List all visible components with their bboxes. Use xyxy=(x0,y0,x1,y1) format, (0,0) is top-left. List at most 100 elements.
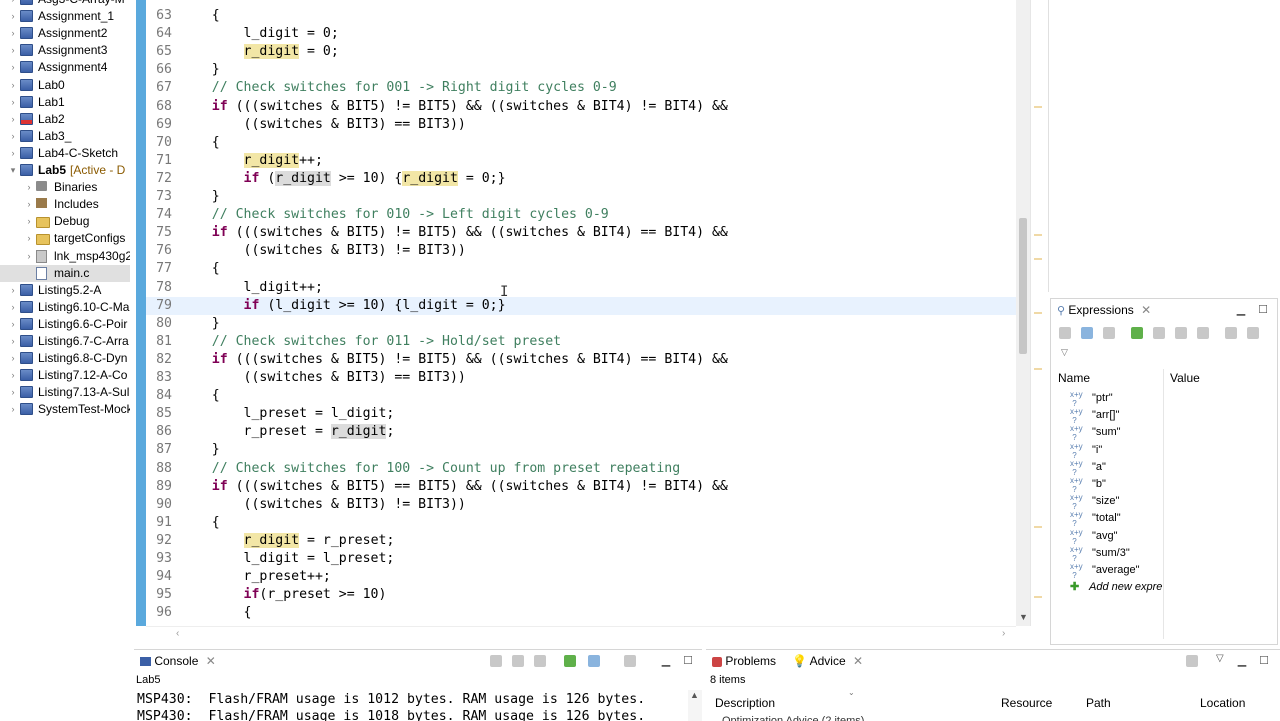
chevron-right-icon[interactable]: › xyxy=(24,179,34,196)
maximize-icon[interactable]: ☐ xyxy=(1258,655,1270,667)
view-menu-icon[interactable]: ▽ xyxy=(1061,347,1068,358)
scroll-down-icon[interactable]: ▼ xyxy=(1019,612,1028,622)
code-line[interactable]: 72 if (r_digit >= 10) {r_digit = 0;} xyxy=(146,170,1016,188)
code-line[interactable]: 69 ((switches & BIT3) == BIT3)) xyxy=(146,116,1016,134)
tree-item-asg3-c-array-m[interactable]: › Asg3-C-Array-M xyxy=(0,0,130,8)
tab-console[interactable]: Console ✕ xyxy=(134,650,222,672)
new-view-icon[interactable] xyxy=(1225,327,1237,339)
expression-row[interactable]: x+y ? "a" xyxy=(1052,459,1276,477)
code-line[interactable]: 93 l_digit = l_preset; xyxy=(146,550,1016,568)
tree-item-assignment3[interactable]: › Assignment3 xyxy=(0,42,130,59)
chevron-right-icon[interactable]: › xyxy=(8,94,18,111)
tree-item-assignment-1[interactable]: › Assignment_1 xyxy=(0,8,130,25)
maximize-icon[interactable]: ☐ xyxy=(1257,304,1269,316)
code-line[interactable]: 78 l_digit++; xyxy=(146,279,1016,297)
show-type-names-icon[interactable] xyxy=(1059,327,1071,339)
chevron-right-icon[interactable]: › xyxy=(24,213,34,230)
column-resource[interactable]: Resource xyxy=(1001,694,1052,712)
code-line[interactable]: 83 ((switches & BIT3) == BIT3)) xyxy=(146,369,1016,387)
code-line[interactable]: 87 } xyxy=(146,441,1016,459)
display-console-icon[interactable] xyxy=(588,655,600,667)
minimize-icon[interactable]: ▁ xyxy=(660,655,672,667)
tree-item-includes[interactable]: › Includes xyxy=(0,196,130,213)
chevron-right-icon[interactable]: › xyxy=(8,145,18,162)
overview-mark[interactable] xyxy=(1034,368,1042,370)
expression-row[interactable]: x+y ? "avg" xyxy=(1052,528,1276,546)
expression-row[interactable]: x+y ? "sum" xyxy=(1052,424,1276,442)
code-line[interactable]: 74 // Check switches for 010 -> Left dig… xyxy=(146,206,1016,224)
code-line[interactable]: 84 { xyxy=(146,387,1016,405)
scroll-left-icon[interactable]: ‹ xyxy=(176,628,179,639)
tree-item-main-c[interactable]: main.c xyxy=(0,264,130,282)
code-line[interactable]: 96 { xyxy=(146,604,1016,622)
code-line[interactable]: 90 ((switches & BIT3) != BIT3)) xyxy=(146,496,1016,514)
tree-item-debug[interactable]: › Debug xyxy=(0,213,130,230)
code-line[interactable]: 92 r_digit = r_preset; xyxy=(146,532,1016,550)
tree-item-listing7-13-a-sul[interactable]: › Listing7.13-A-Sul xyxy=(0,384,130,401)
column-location[interactable]: Location xyxy=(1200,694,1245,712)
code-line[interactable]: 80 } xyxy=(146,315,1016,333)
tree-item-lab5[interactable]: ▾ Lab5 [Active - D xyxy=(0,162,130,179)
tree-item-lab1[interactable]: › Lab1 xyxy=(0,94,130,111)
chevron-right-icon[interactable]: › xyxy=(24,196,34,213)
chevron-right-icon[interactable]: › xyxy=(8,0,18,8)
scroll-lock-icon[interactable] xyxy=(512,655,524,667)
tree-item-systemtest-mock[interactable]: › SystemTest-Mock xyxy=(0,401,131,418)
chevron-right-icon[interactable]: › xyxy=(8,59,18,76)
minimize-icon[interactable]: ▁ xyxy=(1236,655,1248,667)
chevron-right-icon[interactable]: › xyxy=(24,248,34,265)
chevron-right-icon[interactable]: › xyxy=(24,230,34,247)
code-line[interactable]: 95 if(r_preset >= 10) xyxy=(146,586,1016,604)
scroll-right-icon[interactable]: › xyxy=(1002,628,1005,639)
expression-row[interactable]: x+y ? "size" xyxy=(1052,493,1276,511)
tree-item-lab4-c-sketch[interactable]: › Lab4-C-Sketch xyxy=(0,145,130,162)
code-line[interactable]: 67 // Check switches for 001 -> Right di… xyxy=(146,79,1016,97)
expression-row[interactable]: x+y ? "total" xyxy=(1052,510,1276,528)
code-line[interactable]: 73 } xyxy=(146,188,1016,206)
code-line[interactable]: 85 l_preset = l_digit; xyxy=(146,405,1016,423)
code-line[interactable]: 63 { xyxy=(146,7,1016,25)
chevron-right-icon[interactable] xyxy=(24,265,34,282)
show-logical-structure-icon[interactable] xyxy=(1081,327,1093,339)
chevron-right-icon[interactable]: › xyxy=(8,333,18,350)
code-line[interactable]: 94 r_preset++; xyxy=(146,568,1016,586)
editor-horizontal-scrollbar[interactable]: ‹ › xyxy=(146,626,1016,644)
overview-mark[interactable] xyxy=(1034,258,1042,260)
code-line[interactable]: 75 if (((switches & BIT5) != BIT5) && ((… xyxy=(146,224,1016,242)
chevron-right-icon[interactable]: › xyxy=(8,350,18,367)
chevron-right-icon[interactable]: › xyxy=(8,384,18,401)
column-path[interactable]: Path xyxy=(1086,694,1111,712)
expression-row[interactable]: x+y ? "b" xyxy=(1052,476,1276,494)
add-new-expression[interactable]: ✚ Add new expre xyxy=(1052,579,1276,596)
overview-mark[interactable] xyxy=(1034,234,1042,236)
close-icon[interactable]: ✕ xyxy=(206,654,216,668)
chevron-right-icon[interactable]: › xyxy=(8,401,18,418)
maximize-icon[interactable]: ☐ xyxy=(682,655,694,667)
refresh-icon[interactable] xyxy=(1197,327,1209,339)
code-line[interactable]: 81 // Check switches for 011 -> Hold/set… xyxy=(146,333,1016,351)
chevron-right-icon[interactable]: › xyxy=(8,111,18,128)
open-console-icon[interactable] xyxy=(624,655,636,667)
code-line[interactable]: 88 // Check switches for 100 -> Count up… xyxy=(146,460,1016,478)
chevron-right-icon[interactable]: › xyxy=(8,42,18,59)
code-line[interactable]: 86 r_preset = r_digit; xyxy=(146,423,1016,441)
tree-item-listing5-2-a[interactable]: › Listing5.2-A xyxy=(0,282,130,299)
overview-mark[interactable] xyxy=(1034,596,1042,598)
code-line[interactable]: 66 } xyxy=(146,61,1016,79)
code-line[interactable]: 71 r_digit++; xyxy=(146,152,1016,170)
code-line[interactable]: 79 if (l_digit >= 10) {l_digit = 0;} xyxy=(146,296,1016,315)
tree-item-listing6-6-c-poir[interactable]: › Listing6.6-C-Poir xyxy=(0,316,130,333)
tab-expressions[interactable]: ⚲ Expressions ✕ xyxy=(1051,299,1160,321)
remove-icon[interactable] xyxy=(1153,327,1165,339)
code-line[interactable]: 91 { xyxy=(146,514,1016,532)
console-scrollbar[interactable]: ▲ xyxy=(688,690,702,721)
expression-row[interactable]: x+y ? "average" xyxy=(1052,562,1276,580)
view-menu-icon[interactable]: ▽ xyxy=(1216,653,1224,664)
chevron-right-icon[interactable]: › xyxy=(8,367,18,384)
minimize-icon[interactable]: ▁ xyxy=(1235,304,1247,316)
tree-item-assignment2[interactable]: › Assignment2 xyxy=(0,25,130,42)
chevron-right-icon[interactable]: › xyxy=(8,299,18,316)
collapse-all-icon[interactable] xyxy=(1103,327,1115,339)
remove-all-icon[interactable] xyxy=(1175,327,1187,339)
clear-console-icon[interactable] xyxy=(490,655,502,667)
